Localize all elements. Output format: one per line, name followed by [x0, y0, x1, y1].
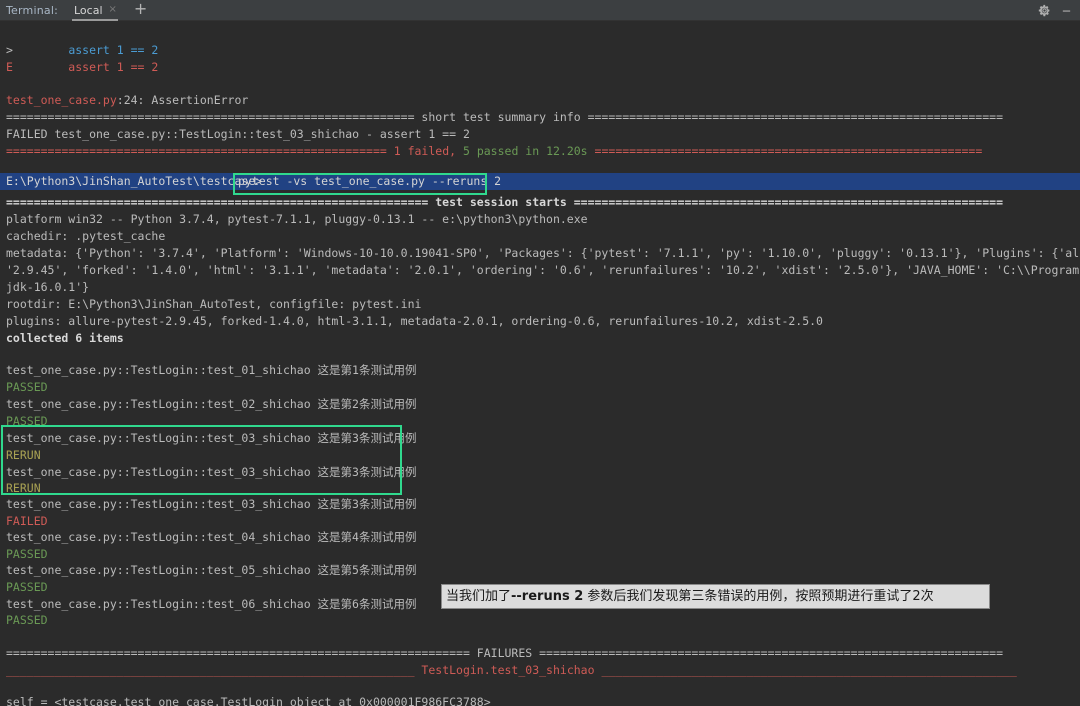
terminal-line: rootdir: E:\Python3\JinShan_AutoTest, co… — [6, 297, 422, 311]
minimize-icon[interactable] — [1061, 5, 1072, 16]
terminal-line: ========================================… — [6, 195, 1003, 209]
terminal-line: PASSED — [6, 580, 48, 594]
terminal-line: PASSED — [6, 547, 48, 561]
new-tab-icon[interactable]: + — [134, 1, 147, 17]
terminal-line: RERUN — [6, 481, 41, 495]
terminal-line: test_one_case.py::TestLogin::test_03_shi… — [6, 431, 417, 445]
terminal-line: PASSED — [6, 380, 48, 394]
terminal-line: > assert 1 == 2 — [6, 43, 159, 57]
terminal-line: test_one_case.py::TestLogin::test_02_shi… — [6, 397, 417, 411]
terminal-line: ========================================… — [6, 646, 1003, 660]
terminal-tab-bar: Terminal: Local × + — [0, 0, 1080, 21]
note-emphasis: --reruns 2 — [511, 589, 584, 604]
terminal-line: platform win32 -- Python 3.7.4, pytest-7… — [6, 212, 588, 226]
terminal-line: ========================================… — [6, 144, 983, 158]
terminal-line: FAILED — [6, 514, 48, 528]
terminal-output[interactable]: E:\Python3\JinShan_AutoTest\testcase> py… — [0, 21, 1080, 706]
terminal-line: FAILED test_one_case.py::TestLogin::test… — [6, 127, 470, 141]
gear-icon[interactable] — [1038, 4, 1051, 17]
terminal-line: PASSED — [6, 414, 48, 428]
terminal-line: RERUN — [6, 448, 41, 462]
close-icon[interactable]: × — [109, 5, 117, 15]
terminal-line: test_one_case.py::TestLogin::test_03_shi… — [6, 497, 417, 511]
terminal-line: jdk-16.0.1'} — [6, 280, 90, 294]
tab-bar-actions — [1038, 4, 1080, 17]
terminal-line: self = <testcase.test_one_case.TestLogin… — [6, 695, 491, 706]
annotation-note: 当我们加了--reruns 2 参数后我们发现第三条错误的用例，按照预期进行重试… — [441, 584, 990, 609]
terminal-label: Terminal: — [6, 3, 58, 17]
terminal-line: test_one_case.py::TestLogin::test_05_shi… — [6, 563, 417, 577]
note-suffix: 参数后我们发现第三条错误的用例，按照预期进行重试了2次 — [583, 589, 934, 604]
terminal-line: E assert 1 == 2 — [6, 60, 159, 74]
terminal-line: test_one_case.py:24: AssertionError — [6, 93, 249, 107]
terminal-line: ========================================… — [6, 110, 1003, 124]
terminal-line: ________________________________________… — [6, 663, 1017, 677]
terminal-line: collected 6 items — [6, 331, 124, 345]
terminal-line: PASSED — [6, 613, 48, 627]
terminal-prompt: E:\Python3\JinShan_AutoTest\testcase> — [6, 174, 263, 188]
note-prefix: 当我们加了 — [446, 589, 512, 604]
tab-local[interactable]: Local × — [70, 0, 120, 21]
terminal-line: metadata: {'Python': '3.7.4', 'Platform'… — [6, 246, 1080, 260]
terminal-line: test_one_case.py::TestLogin::test_06_shi… — [6, 597, 417, 611]
terminal-line: '2.9.45', 'forked': '1.4.0', 'html': '3.… — [6, 263, 1080, 277]
terminal-line: test_one_case.py::TestLogin::test_03_shi… — [6, 465, 417, 479]
terminal-line: plugins: allure-pytest-2.9.45, forked-1.… — [6, 314, 823, 328]
terminal-line: test_one_case.py::TestLogin::test_01_shi… — [6, 363, 417, 377]
tab-local-label: Local — [74, 3, 103, 17]
terminal-line: cachedir: .pytest_cache — [6, 229, 166, 243]
terminal-command[interactable]: pytest -vs test_one_case.py --reruns 2 — [238, 173, 501, 190]
terminal-line: test_one_case.py::TestLogin::test_04_shi… — [6, 530, 417, 544]
